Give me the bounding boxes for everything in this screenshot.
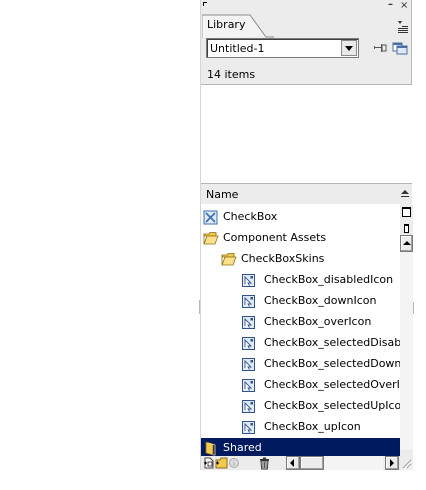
tab-library[interactable]: Library <box>202 13 274 38</box>
list-item[interactable]: CheckBox_selectedDisablec <box>201 333 400 354</box>
list-item[interactable]: CheckBox_overIcon <box>201 312 400 333</box>
sort-order-icon[interactable] <box>400 187 410 201</box>
movie-clip-icon <box>241 273 257 288</box>
movie-clip-icon <box>241 357 257 372</box>
list-item-label: Shared <box>223 441 262 454</box>
vertical-scroll-column <box>400 204 413 456</box>
document-select[interactable]: Untitled-1 <box>206 38 359 58</box>
list-item[interactable]: Component Assets <box>201 228 400 249</box>
list-item[interactable]: CheckBox_downIcon <box>201 291 400 312</box>
list-item[interactable]: CheckBox_selectedDownIcc <box>201 354 400 375</box>
movie-clip-icon <box>241 420 257 435</box>
item-count: 14 items <box>207 68 256 81</box>
scroll-up-icon[interactable] <box>400 235 413 252</box>
list-item-label: CheckBox <box>223 210 278 223</box>
list-item-label: CheckBox_disabledIcon <box>264 273 394 286</box>
list-item-label: CheckBox_upIcon <box>264 420 361 433</box>
chevron-down-icon[interactable] <box>341 40 357 56</box>
library-panel: – × Library Untitled-1 14 items Name Che… <box>200 0 413 470</box>
minimize-icon[interactable]: – <box>388 0 393 10</box>
list-item-label: CheckBox_overIcon <box>264 315 372 328</box>
library-item-list: CheckBox Component Assets CheckBoxSkins Che… <box>201 204 400 456</box>
list-item[interactable]: CheckBox_selectedOverIco <box>201 375 400 396</box>
pin-library-icon[interactable] <box>372 41 388 55</box>
folder-open-icon <box>221 252 237 267</box>
folder-closed-icon <box>203 441 219 456</box>
list-item-label: CheckBox_selectedOverIco <box>264 378 400 391</box>
document-select-value: Untitled-1 <box>210 42 265 55</box>
list-item-label: CheckBox_downIcon <box>264 294 377 307</box>
scroll-left-icon[interactable] <box>286 456 300 470</box>
movie-clip-icon <box>241 294 257 309</box>
vertical-scroll-track[interactable] <box>400 252 413 450</box>
list-item-label: CheckBox_selectedUpIcon <box>264 399 400 412</box>
column-header-name: Name <box>206 188 239 201</box>
scroll-right-icon[interactable] <box>385 456 399 470</box>
tab-label: Library <box>207 18 246 31</box>
properties-icon[interactable] <box>228 456 242 470</box>
panel-menu-icon[interactable] <box>397 20 409 34</box>
list-item-label: CheckBox_selectedDownIcc <box>264 357 400 370</box>
list-item[interactable]: Shared <box>201 438 400 456</box>
movie-clip-icon <box>241 399 257 414</box>
list-item[interactable]: CheckBox <box>201 207 400 228</box>
list-item-label: CheckBox_selectedDisablec <box>264 336 400 349</box>
preview-pane <box>201 84 412 184</box>
horizontal-scroll-thumb[interactable] <box>300 456 324 470</box>
list-item-label: CheckBoxSkins <box>241 252 325 265</box>
resize-grip-icon[interactable] <box>400 456 413 470</box>
column-header[interactable]: Name <box>201 184 412 204</box>
close-icon[interactable]: × <box>400 1 408 11</box>
narrow-state-icon[interactable] <box>404 224 409 233</box>
list-item[interactable]: CheckBox_selectedUpIcon <box>201 396 400 417</box>
new-library-panel-icon[interactable] <box>392 41 408 55</box>
list-item[interactable]: CheckBox_upIcon <box>201 417 400 438</box>
folder-open-icon <box>203 231 219 246</box>
movie-clip-icon <box>241 336 257 351</box>
delete-icon[interactable] <box>258 456 272 470</box>
list-item[interactable]: CheckBox_disabledIcon <box>201 270 400 291</box>
wide-state-icon[interactable] <box>402 207 411 217</box>
new-folder-icon[interactable] <box>215 456 229 470</box>
movie-clip-icon <box>241 378 257 393</box>
list-item[interactable]: CheckBoxSkins <box>201 249 400 270</box>
component-icon <box>203 210 219 225</box>
list-item-label: Component Assets <box>223 231 327 244</box>
movie-clip-icon <box>241 315 257 330</box>
bottom-toolbar <box>201 456 413 470</box>
panel-grip-icon[interactable] <box>203 2 208 7</box>
